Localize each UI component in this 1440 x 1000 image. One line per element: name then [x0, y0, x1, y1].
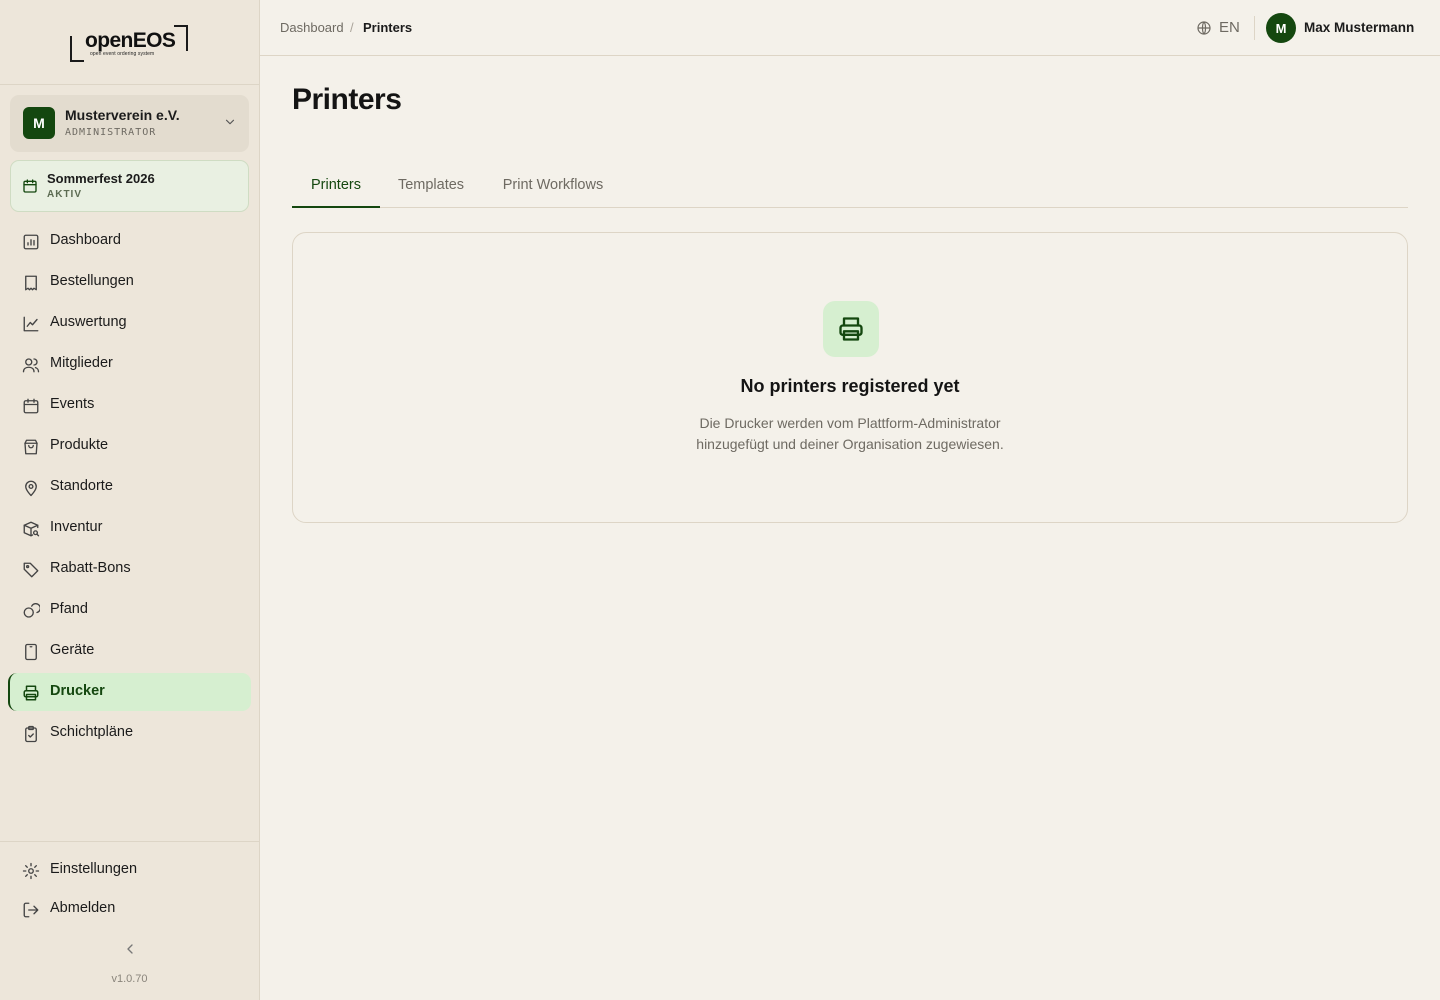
nav-label: Standorte: [50, 478, 113, 494]
chevron-down-icon: [225, 119, 235, 125]
calendar-icon: [23, 398, 39, 414]
nav-label: Bestellungen: [50, 273, 134, 289]
nav-item-geraete[interactable]: Geräte: [8, 632, 251, 670]
nav-label: Produkte: [50, 437, 109, 453]
trend-icon: [23, 316, 39, 332]
top-bar: Dashboard / Printers EN M Max Mustermann: [260, 0, 1440, 56]
logout-button[interactable]: Abmelden: [8, 890, 251, 928]
brand-tagline: open event ordering system: [90, 51, 155, 57]
sidebar: openEOS open event ordering system M Mus…: [0, 0, 260, 1000]
language-code: EN: [1219, 19, 1240, 36]
coins-icon: [23, 603, 40, 618]
tab-print-workflows[interactable]: Print Workflows: [482, 168, 624, 208]
nav-label: Abmelden: [50, 900, 116, 916]
nav-item-schichtplaene[interactable]: Schichtpläne: [8, 714, 251, 752]
nav-item-rabatt-bons[interactable]: Rabatt-Bons: [8, 550, 251, 588]
event-status-badge: AKTIV: [47, 189, 82, 200]
map-pin-icon: [25, 480, 37, 497]
printer-icon: [839, 317, 863, 341]
chevron-left-icon[interactable]: [122, 941, 138, 957]
nav-item-standorte[interactable]: Standorte: [8, 468, 251, 506]
tab-templates[interactable]: Templates: [380, 168, 482, 208]
logout-icon: [23, 902, 39, 918]
nav-label: Pfand: [50, 601, 88, 617]
nav-label: Schichtpläne: [50, 724, 134, 740]
org-role: ADMINISTRATOR: [65, 127, 157, 138]
nav-label: Drucker: [50, 683, 105, 699]
printer-icon: [23, 685, 39, 701]
sidebar-footer: Einstellungen Abmelden v1.0.70: [0, 841, 259, 1000]
empty-state-title: No printers registered yet: [740, 376, 960, 396]
nav-item-events[interactable]: Events: [8, 386, 251, 424]
event-name: Sommerfest 2026: [47, 171, 155, 186]
user-name[interactable]: Max Mustermann: [1304, 20, 1414, 35]
empty-state-description: Die Drucker werden vom Plattform-Adminis…: [293, 413, 1407, 455]
nav-item-dashboard[interactable]: Dashboard: [8, 222, 251, 260]
nav-item-mitglieder[interactable]: Mitglieder: [8, 345, 251, 383]
nav-label: Rabatt-Bons: [50, 560, 131, 576]
breadcrumb-dashboard[interactable]: Dashboard: [280, 20, 344, 35]
tab-printers[interactable]: Printers: [292, 168, 380, 208]
empty-state-description-line1: Die Drucker werden vom Plattform-Adminis…: [699, 415, 1001, 431]
nav-item-auswertung[interactable]: Auswertung: [8, 304, 251, 342]
org-avatar: M: [23, 107, 55, 139]
calendar-icon: [23, 179, 37, 193]
nav-label: Events: [50, 396, 95, 412]
active-event-card[interactable]: Sommerfest 2026 AKTIV: [10, 160, 249, 212]
header-divider: [1254, 16, 1255, 40]
breadcrumb-current: Printers: [363, 20, 413, 35]
nav-label: Geräte: [50, 642, 95, 658]
nav-item-einstellungen[interactable]: Einstellungen: [8, 851, 251, 889]
logo-area: openEOS open event ordering system: [0, 0, 259, 85]
breadcrumb-separator: /: [350, 20, 354, 35]
nav-item-pfand[interactable]: Pfand: [8, 591, 251, 629]
clipboard-check-icon: [25, 725, 37, 743]
app-version: v1.0.70: [111, 973, 148, 985]
users-icon: [22, 358, 40, 373]
page-title: Printers: [292, 83, 402, 116]
shopping-bag-icon: [24, 439, 38, 455]
receipt-icon: [25, 275, 37, 291]
nav-item-inventur[interactable]: Inventur: [8, 509, 251, 547]
nav-label: Dashboard: [50, 232, 121, 248]
gear-icon: [22, 862, 40, 880]
nav-label: Einstellungen: [50, 861, 138, 877]
user-avatar[interactable]: M: [1266, 13, 1296, 43]
empty-state-description-line2: hinzugefügt und deiner Organisation zuge…: [696, 436, 1004, 452]
nav-label: Auswertung: [50, 314, 127, 330]
tag-icon: [23, 562, 39, 578]
brand-name: openEOS: [85, 29, 176, 52]
brand-logo[interactable]: openEOS open event ordering system: [70, 24, 190, 64]
empty-state-card: No printers registered yet Die Drucker w…: [292, 232, 1408, 523]
nav-item-produkte[interactable]: Produkte: [8, 427, 251, 465]
org-name: Musterverein e.V.: [65, 107, 180, 123]
tablet-icon: [25, 643, 37, 661]
language-switcher[interactable]: EN: [1196, 17, 1246, 39]
globe-icon: [1197, 21, 1211, 35]
organization-switcher[interactable]: M Musterverein e.V. ADMINISTRATOR: [10, 95, 249, 152]
nav-label: Mitglieder: [50, 355, 113, 371]
tab-bar: Printers Templates Print Workflows: [292, 168, 1408, 208]
nav-item-drucker[interactable]: Drucker: [8, 673, 251, 711]
chart-icon: [23, 234, 39, 250]
empty-state-icon: [823, 301, 879, 357]
nav-item-bestellungen[interactable]: Bestellungen: [8, 263, 251, 301]
package-search-icon: [23, 521, 40, 537]
nav-label: Inventur: [50, 519, 103, 535]
